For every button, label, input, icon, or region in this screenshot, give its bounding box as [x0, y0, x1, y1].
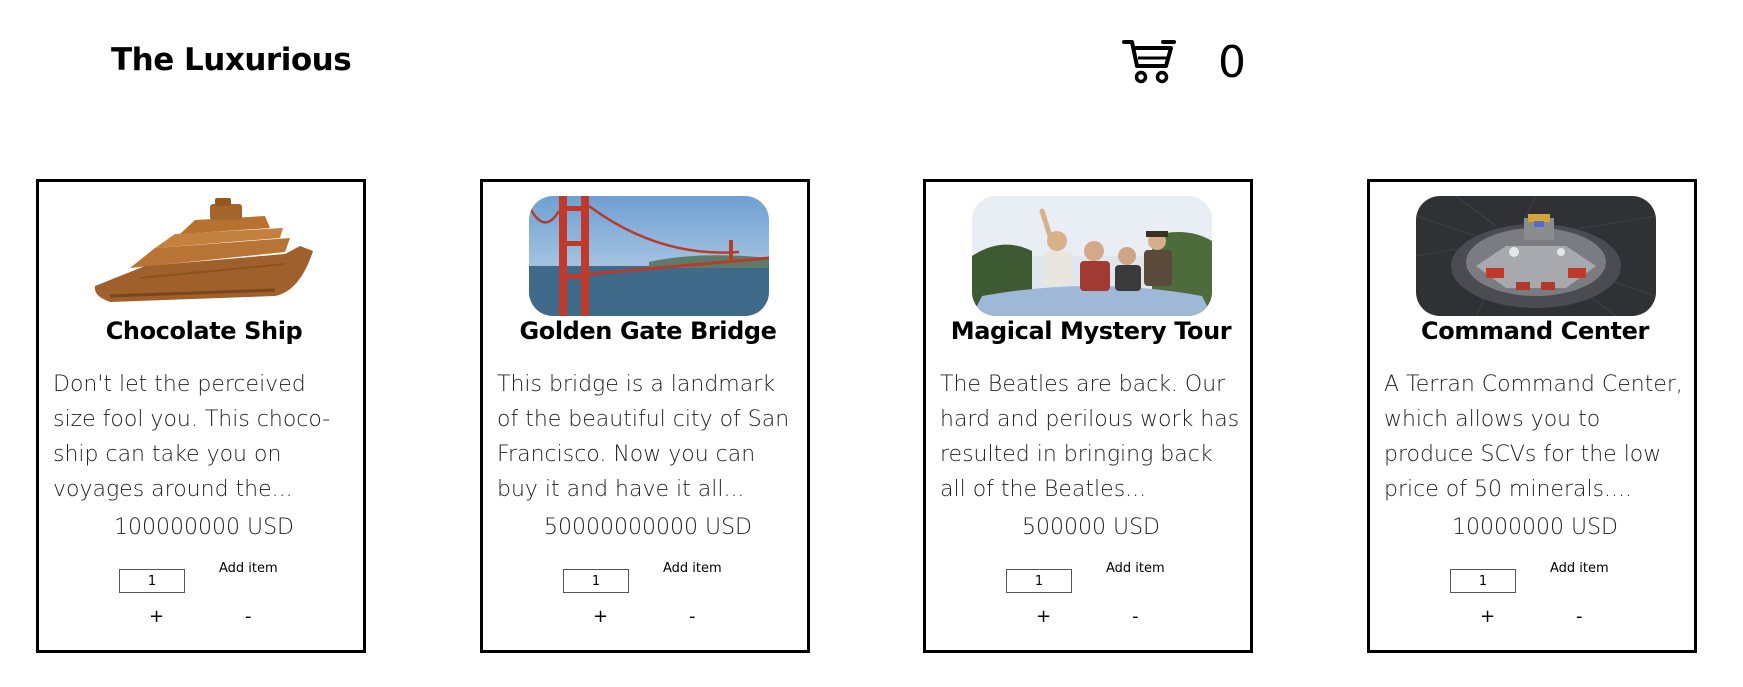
decrease-quantity-button[interactable]: - [689, 606, 696, 627]
product-card: Magical Mystery Tour The Beatles are bac… [923, 179, 1253, 653]
increase-quantity-button[interactable]: + [593, 606, 608, 627]
product-title[interactable]: Golden Gate Bridge [483, 317, 813, 345]
add-item-button[interactable]: Add item [663, 561, 722, 576]
product-title[interactable]: Command Center [1370, 317, 1700, 345]
quantity-input[interactable] [1006, 569, 1072, 593]
product-price: 500000 USD [1022, 515, 1160, 540]
product-description: A Terran Command Center, which allows yo… [1384, 372, 1683, 502]
increase-quantity-button[interactable]: + [1480, 606, 1495, 627]
quantity-input[interactable] [1450, 569, 1516, 593]
product-card: Golden Gate Bridge This bridge is a land… [480, 179, 810, 653]
quantity-input[interactable] [563, 569, 629, 593]
decrease-quantity-button[interactable]: - [1576, 606, 1583, 627]
decrease-quantity-button[interactable]: - [1132, 606, 1139, 627]
product-price: 100000000 USD [114, 515, 294, 540]
cart-count: 0 [1218, 37, 1246, 88]
increase-quantity-button[interactable]: + [1036, 606, 1051, 627]
product-description: The Beatles are back. Our hard and peril… [940, 372, 1240, 502]
quantity-input[interactable] [119, 569, 185, 593]
product-card: Chocolate Ship Don't let the perceived s… [36, 179, 366, 653]
product-title[interactable]: Chocolate Ship [39, 317, 369, 345]
product-description: This bridge is a landmark of the beautif… [497, 372, 790, 502]
site-logo[interactable]: The Luxurious [111, 42, 352, 78]
decrease-quantity-button[interactable]: - [245, 606, 252, 627]
product-price: 50000000000 USD [544, 515, 752, 540]
product-price: 10000000 USD [1452, 515, 1618, 540]
magical-mystery-tour-image [972, 196, 1212, 316]
chocolate-ship-image [85, 196, 325, 316]
increase-quantity-button[interactable]: + [149, 606, 164, 627]
add-item-button[interactable]: Add item [1550, 561, 1609, 576]
product-card: Command Center A Terran Command Center, … [1367, 179, 1697, 653]
add-item-button[interactable]: Add item [219, 561, 278, 576]
golden-gate-bridge-image [529, 196, 769, 316]
site-header: The Luxurious 0 [0, 0, 1743, 130]
shopping-cart-icon[interactable] [1122, 38, 1176, 84]
add-item-button[interactable]: Add item [1106, 561, 1165, 576]
product-description: Don't let the perceived size fool you. T… [53, 372, 331, 502]
command-center-image [1416, 196, 1656, 316]
product-title[interactable]: Magical Mystery Tour [926, 317, 1256, 345]
